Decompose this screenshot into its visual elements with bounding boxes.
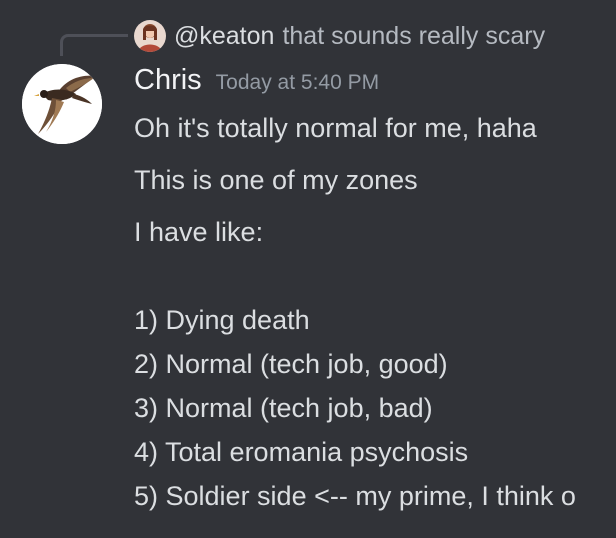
message-line: 5) Soldier side <-- my prime, I think o: [134, 481, 576, 511]
message-timestamp: Today at 5:40 PM: [215, 71, 380, 94]
message-line: Oh it's totally normal for me, haha: [134, 113, 537, 143]
reply-username[interactable]: @keaton: [174, 22, 274, 51]
user-avatar-icon[interactable]: [134, 20, 166, 52]
message-line: 1) Dying death: [134, 305, 310, 335]
message-header: Chris Today at 5:40 PM: [134, 64, 379, 104]
message-line: This is one of my zones: [134, 165, 418, 195]
reply-preview-text[interactable]: that sounds really scary: [282, 22, 545, 51]
message-line: 3) Normal (tech job, bad): [134, 393, 433, 423]
author-name[interactable]: Chris: [134, 64, 202, 97]
message-line: 2) Normal (tech job, good): [134, 349, 448, 379]
bird-avatar-icon[interactable]: [22, 64, 102, 144]
reply-connector-line: [60, 34, 128, 56]
reply-reference[interactable]: @keaton that sounds really scary: [134, 18, 545, 54]
message-line: 4) Total eromania psychosis: [134, 437, 469, 467]
message-line: I have like:: [134, 217, 264, 247]
